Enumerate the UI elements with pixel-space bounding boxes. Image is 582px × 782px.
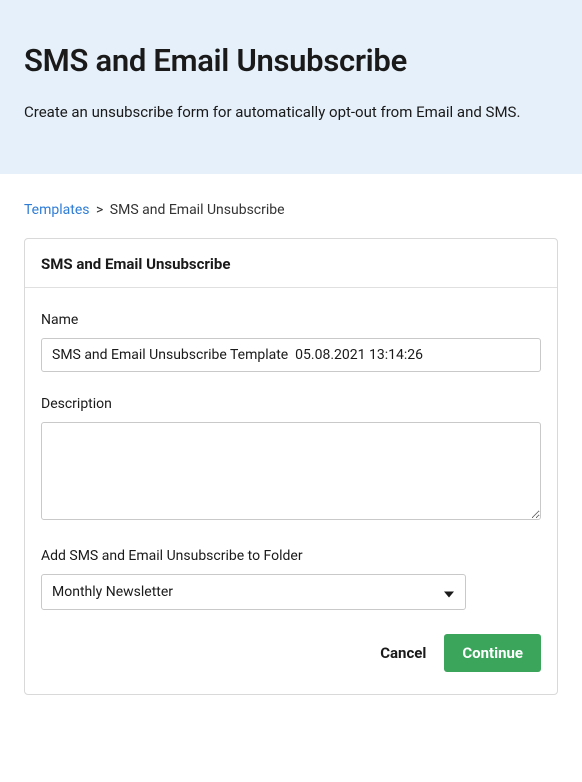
content-section: Templates > SMS and Email Unsubscribe SM… xyxy=(0,174,582,719)
cancel-button[interactable]: Cancel xyxy=(376,636,430,670)
form-card: SMS and Email Unsubscribe Name Descripti… xyxy=(24,238,558,695)
folder-select[interactable]: Monthly Newsletter xyxy=(41,574,466,610)
description-field-group: Description xyxy=(41,396,541,524)
page-header: SMS and Email Unsubscribe Create an unsu… xyxy=(0,0,582,174)
card-title: SMS and Email Unsubscribe xyxy=(41,255,541,273)
page-subtitle: Create an unsubscribe form for automatic… xyxy=(24,101,558,124)
breadcrumb-templates-link[interactable]: Templates xyxy=(24,202,90,218)
breadcrumb-separator: > xyxy=(96,202,103,218)
name-field-group: Name xyxy=(41,312,541,372)
breadcrumb-current: SMS and Email Unsubscribe xyxy=(110,202,285,218)
name-label: Name xyxy=(41,312,541,328)
page-title: SMS and Email Unsubscribe xyxy=(24,42,558,79)
folder-select-wrapper: Monthly Newsletter xyxy=(41,574,466,610)
breadcrumb: Templates > SMS and Email Unsubscribe xyxy=(24,202,558,218)
description-textarea[interactable] xyxy=(41,422,541,520)
folder-field-group: Add SMS and Email Unsubscribe to Folder … xyxy=(41,548,541,610)
folder-label: Add SMS and Email Unsubscribe to Folder xyxy=(41,548,541,564)
name-input[interactable] xyxy=(41,338,541,372)
continue-button[interactable]: Continue xyxy=(444,634,541,672)
card-body: Name Description Add SMS and Email Unsub… xyxy=(25,288,557,694)
button-row: Cancel Continue xyxy=(41,634,541,672)
description-label: Description xyxy=(41,396,541,412)
card-header: SMS and Email Unsubscribe xyxy=(25,239,557,288)
